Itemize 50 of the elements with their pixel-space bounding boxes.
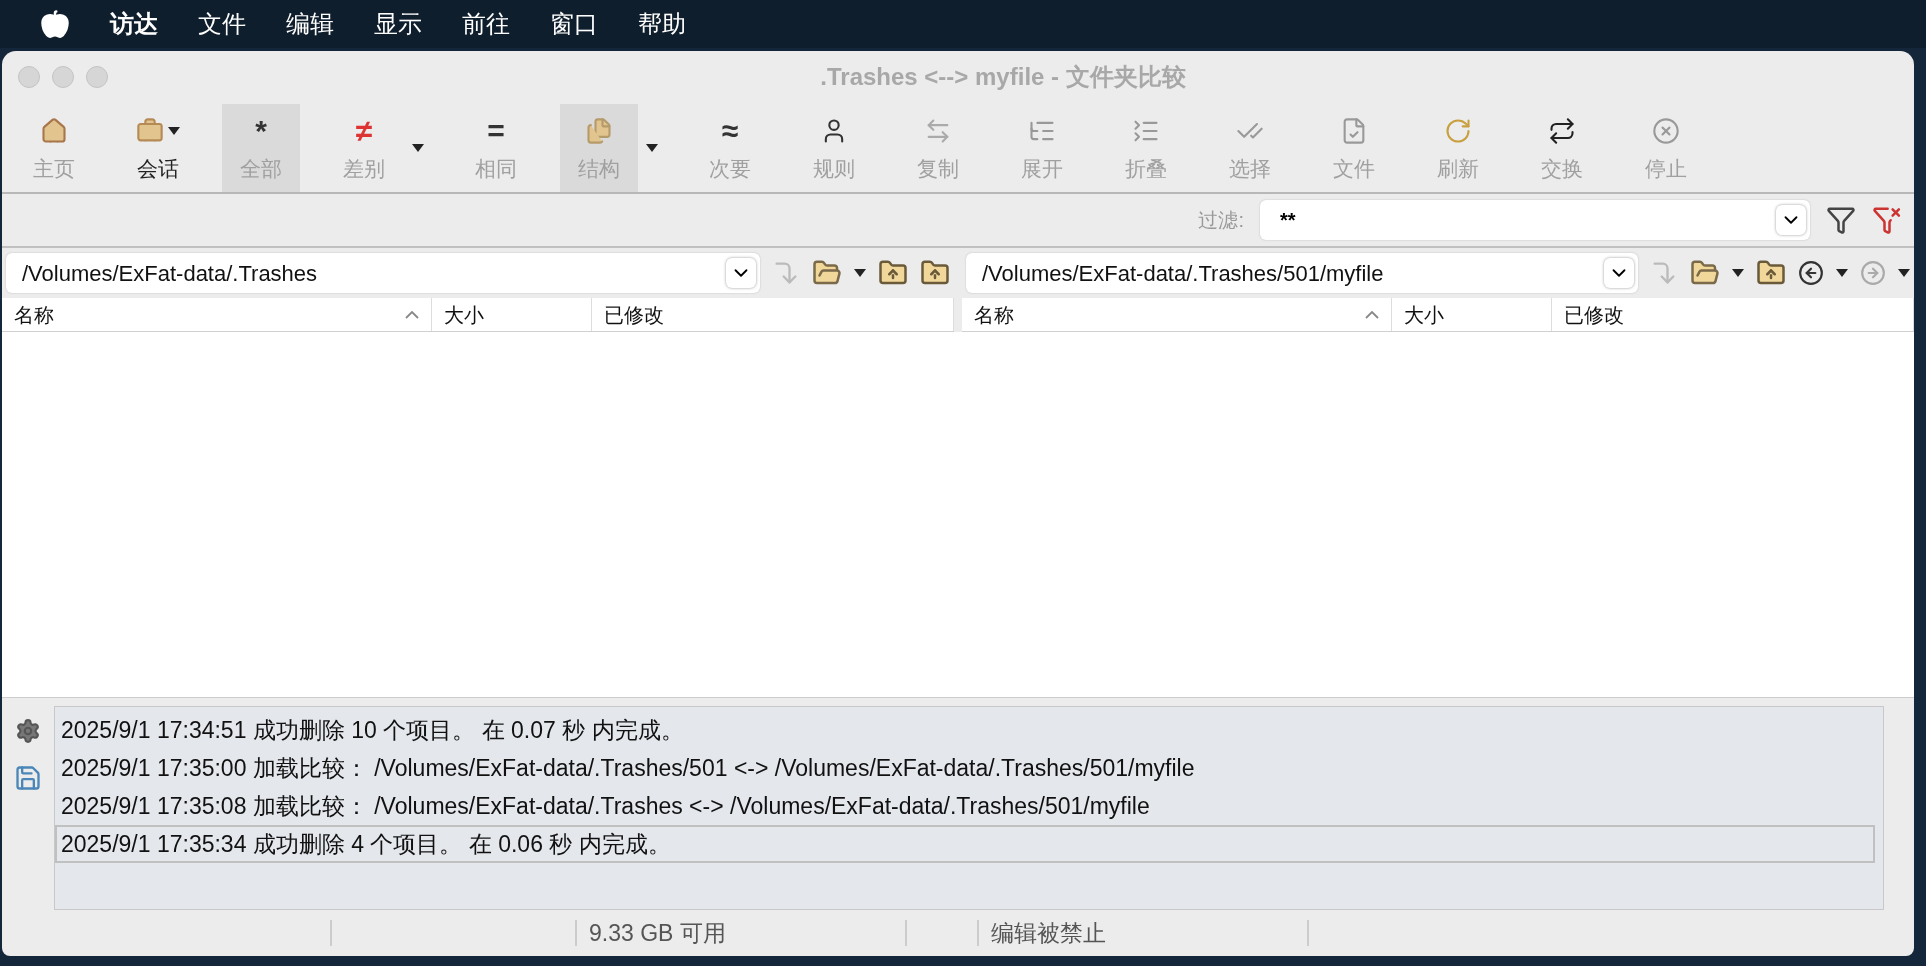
- dropdown-caret-icon[interactable]: [854, 269, 866, 277]
- sort-icon: [405, 310, 419, 319]
- toolbar-button[interactable]: 会话: [118, 104, 198, 192]
- column-header[interactable]: 大小: [1392, 298, 1552, 331]
- menu-item[interactable]: 窗口: [550, 6, 598, 42]
- column-header[interactable]: 大小: [432, 298, 592, 331]
- free-space-status: 9.33 GB 可用: [589, 918, 726, 948]
- glyph-icon: ≈: [721, 115, 739, 146]
- path-field[interactable]: /Volumes/ExFat-data/.Trashes/501/myfile: [966, 253, 1638, 293]
- glyph-icon: =: [487, 115, 505, 146]
- clear-filter-icon: [1872, 205, 1902, 235]
- edit-status: 编辑被禁止: [991, 918, 1106, 948]
- log-entry[interactable]: 2025/9/1 17:35:34 成功删除 4 个项目。 在 0.06 秒 内完成。: [55, 825, 1875, 863]
- stop-icon: [1652, 116, 1680, 145]
- home-icon: [40, 116, 68, 145]
- log-entry[interactable]: 2025/9/1 17:35:00 加载比较： /Volumes/ExFat-data/.Trashes/501 <-> /Volumes/ExFat-data/.Trashes/501/myfile: [55, 749, 1883, 787]
- forward-icon: [1860, 260, 1886, 286]
- filter-field[interactable]: **: [1260, 200, 1810, 240]
- save-icon: [14, 764, 42, 792]
- sort-icon: [1365, 310, 1379, 319]
- log-entry[interactable]: 2025/9/1 17:34:51 成功删除 10 个项目。 在 0.07 秒 内完成。: [55, 711, 1883, 749]
- documents-icon: [585, 116, 613, 145]
- menu-item[interactable]: 编辑: [286, 6, 334, 42]
- menu-item[interactable]: 前往: [462, 6, 510, 42]
- dropdown-caret-icon[interactable]: [1836, 269, 1848, 277]
- caret-icon[interactable]: [168, 126, 180, 135]
- menu-item[interactable]: 访达: [110, 6, 158, 42]
- dropdown-caret-icon[interactable]: [1732, 269, 1744, 277]
- dropdown-icon: [1776, 205, 1806, 235]
- column-header[interactable]: 名称: [962, 298, 1392, 331]
- menu-item[interactable]: 显示: [374, 6, 422, 42]
- column-header[interactable]: 已修改: [592, 298, 954, 331]
- window-title: .Trashes <--> myfile - 文件夹比较: [819, 62, 1187, 92]
- settings-icon: [15, 718, 41, 744]
- column-header[interactable]: 已修改: [1552, 298, 1914, 331]
- glyph-icon: *: [255, 115, 267, 146]
- dropdown-icon: [1604, 258, 1634, 288]
- menu-item[interactable]: 文件: [198, 6, 246, 42]
- dropdown-caret-icon[interactable]: [1898, 269, 1910, 277]
- glyph-icon: ≠: [355, 115, 373, 146]
- apple-logo-icon: [40, 9, 70, 39]
- log-entry[interactable]: 2025/9/1 17:35:08 加载比较： /Volumes/ExFat-data/.Trashes <-> /Volumes/ExFat-data/.Trashes/501/myfile: [55, 787, 1883, 825]
- refresh-icon: [1444, 116, 1472, 145]
- column-header[interactable]: 名称: [2, 298, 432, 331]
- swap-icon: [1548, 116, 1576, 145]
- filter-icon: [1826, 205, 1856, 235]
- dropdown-icon: [726, 258, 756, 288]
- filter-label: 过滤:: [1198, 208, 1244, 233]
- menu-item[interactable]: 帮助: [638, 6, 686, 42]
- path-field[interactable]: /Volumes/ExFat-data/.Trashes: [6, 253, 760, 293]
